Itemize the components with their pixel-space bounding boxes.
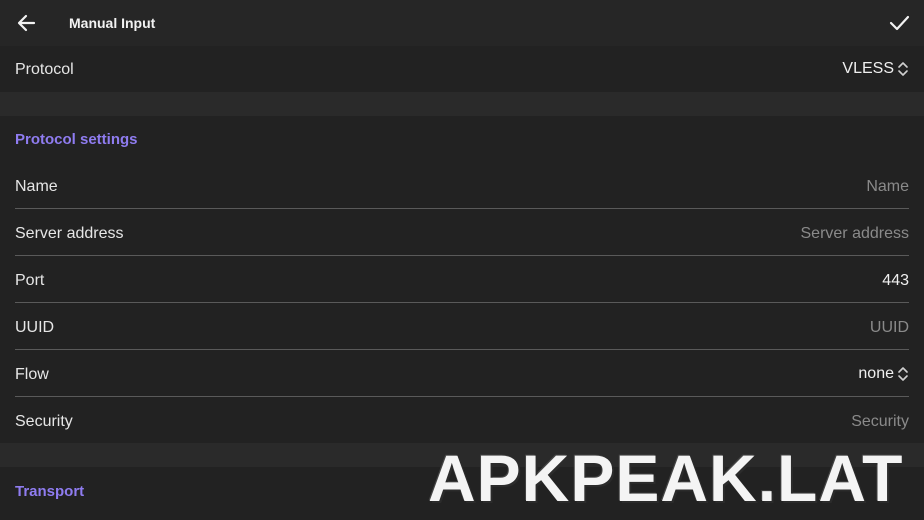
port-label: Port: [15, 272, 45, 289]
confirm-button[interactable]: [886, 11, 912, 35]
watermark: APKPEAK.LAT: [428, 441, 904, 515]
protocol-settings-card: Protocol settings Name Name Server addre…: [0, 116, 924, 443]
page-title: Manual Input: [69, 15, 156, 31]
name-label: Name: [15, 178, 58, 195]
flow-label: Flow: [15, 366, 49, 383]
app-bar: Manual Input: [0, 0, 924, 46]
chevron-updown-icon: [898, 367, 908, 381]
check-icon: [889, 15, 910, 31]
flow-value: none: [858, 365, 894, 382]
divider: [15, 302, 909, 303]
divider: [15, 396, 909, 397]
protocol-row[interactable]: Protocol VLESS: [0, 46, 924, 92]
section-header-protocol-settings: Protocol settings: [15, 131, 138, 148]
section-header-transport: Transport: [15, 483, 85, 500]
flow-select[interactable]: none: [858, 365, 909, 383]
server-address-label: Server address: [15, 225, 124, 242]
security-label: Security: [15, 413, 73, 430]
security-field[interactable]: Security: [851, 413, 909, 431]
server-address-field[interactable]: Server address: [801, 225, 910, 243]
protocol-value: VLESS: [842, 60, 894, 77]
name-field[interactable]: Name: [866, 178, 909, 196]
back-button[interactable]: [14, 11, 40, 35]
chevron-updown-icon: [898, 62, 908, 76]
arrow-left-icon: [17, 14, 36, 32]
protocol-select[interactable]: VLESS: [842, 60, 909, 78]
divider: [15, 255, 909, 256]
protocol-label: Protocol: [15, 61, 74, 78]
divider: [15, 208, 909, 209]
divider: [15, 349, 909, 350]
section-gap: [0, 92, 924, 116]
port-field[interactable]: 443: [882, 272, 909, 290]
uuid-label: UUID: [15, 319, 55, 336]
uuid-field[interactable]: UUID: [870, 319, 909, 337]
